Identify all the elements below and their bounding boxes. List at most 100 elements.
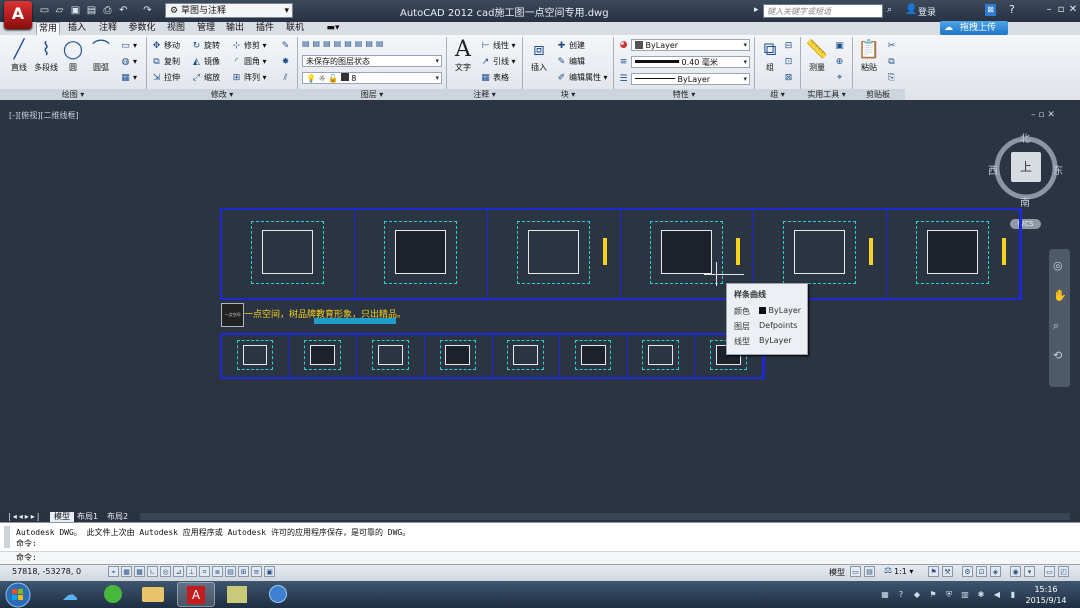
tab-layout1[interactable]: 布局1 [77,512,98,522]
panel-label-groups[interactable]: 组 ▾ [755,89,800,100]
floorplan-drawing[interactable] [887,210,1020,298]
hardware-acceleration-icon[interactable]: ◈ [990,566,1001,577]
help-search-input[interactable]: 键入关键字或短语 [763,4,883,18]
hatch-tool[interactable]: ◍ ▾ [120,56,137,68]
panel-label-annotation[interactable]: 注释 ▾ [447,89,522,100]
taskbar-clock[interactable]: 15:16 2015/9/14 [1021,584,1071,606]
layer-tools-row[interactable]: ▤▤▤▤▤▤▤▤ [302,38,386,50]
lineweight-select[interactable]: 0.40 毫米 ▾ [631,56,750,68]
tray-flag-icon[interactable]: ⚑ [928,590,938,600]
taskbar-file-explorer[interactable] [134,582,172,607]
dynamic-input-icon[interactable]: ▤ [225,566,236,577]
table-button[interactable]: ▦ 表格 [480,72,509,84]
exchange-icon[interactable]: ⊠ [985,4,996,16]
offset-tool[interactable]: ⫽ [280,72,293,84]
help-icon[interactable]: ? [1009,3,1015,16]
clean-screen-icon[interactable]: ▭ [1044,566,1055,577]
pan-icon[interactable]: ✋ [1053,289,1067,302]
current-layer-select[interactable]: 💡 ☼ 🔓 8 ▾ [302,72,442,84]
tab-insert[interactable]: 插入 [64,22,90,35]
object-snap-icon[interactable]: ⊿ [173,566,184,577]
text-button[interactable]: A 文字 [450,38,476,73]
polyline-button[interactable]: ⌇ 多段线 [33,38,59,73]
tray-bluetooth-icon[interactable]: ✱ [976,590,986,600]
new-file-icon[interactable]: ▭ [38,4,51,17]
rotate-button[interactable]: ↻ 旋转 [191,40,220,52]
arc-button[interactable]: ⌒ 圆弧 [88,38,114,73]
tab-annotate[interactable]: 注释 [95,22,121,35]
annotation-visibility-icon[interactable]: ⚑ [928,566,939,577]
tab-output[interactable]: 输出 [222,22,248,35]
panel-label-layers[interactable]: 图层 ▾ [298,89,446,100]
viewport-controls-label[interactable]: [-][俯视][二维线框] [9,110,79,121]
measure-button[interactable]: 📏 测量 [804,38,830,73]
tray-security-icon[interactable]: ◆ [912,590,922,600]
restore-icon[interactable]: ▫ [1055,4,1067,16]
erase-tool[interactable]: ✎ [280,40,293,52]
zoom-icon[interactable]: ⌕ [1053,319,1059,333]
detail-drawing[interactable] [290,335,358,377]
grid-display-icon[interactable]: ▦ [134,566,145,577]
match-properties-icon[interactable]: ◕ [618,39,631,51]
floorplan-drawing[interactable] [488,210,621,298]
workspace-switch-icon[interactable]: ⚙ [962,566,973,577]
steering-wheel-icon[interactable]: ◎ [1053,259,1063,272]
viewcube-west[interactable]: 西 [988,162,998,177]
tab-model[interactable]: 模型 [50,512,74,522]
workspace-select[interactable]: ⚙ 草图与注释 ▾ [165,3,293,18]
group-edit-tool[interactable]: ⊡ [783,56,796,68]
cut-tool[interactable]: ✂ [886,40,899,52]
fullscreen-icon[interactable]: ◰ [1058,566,1069,577]
taskbar-media-player[interactable] [259,582,297,607]
id-point-tool[interactable]: ⌖ [834,72,847,84]
line-button[interactable]: ╱ 直线 [6,38,32,73]
close-icon[interactable]: ✕ [1067,4,1079,16]
layout-nav-arrows[interactable]: |◂◂▸▸| [8,512,41,522]
coordinate-readout[interactable]: 57818, -53278, 0 [12,567,81,576]
taskbar-notes-app[interactable] [218,582,256,607]
save-icon[interactable]: ▣ [69,4,82,17]
horizontal-scrollbar[interactable] [140,513,1070,520]
panel-label-block[interactable]: 块 ▾ [523,89,613,100]
snap-mode-icon[interactable]: ▦ [121,566,132,577]
floorplan-drawing[interactable] [355,210,488,298]
viewcube-north[interactable]: 北 [1020,130,1030,145]
detail-drawing[interactable] [493,335,561,377]
detail-drawing[interactable] [222,335,290,377]
tab-home[interactable]: 常用 [36,22,60,35]
stretch-button[interactable]: ⇲ 拉伸 [151,72,180,84]
panel-label-clipboard[interactable]: 剪贴板 [853,89,903,100]
detail-drawing[interactable] [425,335,493,377]
circle-button[interactable]: ◯ 圆 [60,38,86,73]
panel-label-draw[interactable]: 绘图 ▾ [0,89,146,100]
model-space-toggle[interactable]: 模型 [829,567,845,578]
taskbar-cloud-app[interactable]: ☁ [51,582,89,607]
tab-online[interactable]: 联机 [282,22,308,35]
layer-state-select[interactable]: 未保存的图层状态 ▾ [302,55,442,67]
select-similar-tool[interactable]: ⊕ [834,56,847,68]
viewcube-east[interactable]: 东 [1053,162,1063,177]
viewcube-south[interactable]: 南 [1020,194,1030,209]
tray-help-icon[interactable]: ? [896,590,906,600]
panel-label-modify[interactable]: 修改 ▾ [147,89,297,100]
minimize-icon[interactable]: – [1043,4,1055,16]
lineweight-icon[interactable]: ⊞ [238,566,249,577]
copy-clip-tool[interactable]: ⧉ [886,56,899,68]
tab-manage[interactable]: 管理 [193,22,219,35]
tab-view[interactable]: 视图 [163,22,189,35]
quick-view-drawings-icon[interactable]: ▤ [864,566,875,577]
quick-view-layouts-icon[interactable]: ▭ [850,566,861,577]
command-input[interactable] [0,551,1080,564]
edit-attributes-button[interactable]: ✐ 编辑属性 ▾ [556,72,608,84]
group-select-tool[interactable]: ⊠ [783,72,796,84]
rectangle-tool[interactable]: ▭ ▾ [120,40,137,52]
tray-volume-icon[interactable]: ◀ [992,590,1002,600]
command-window-grip[interactable] [4,526,10,548]
slogan-text[interactable]: 一点空间，树品牌教育形象，只出精品。 [244,307,406,320]
taskbar-360-browser[interactable] [94,582,132,607]
tray-shield-icon[interactable]: ⛨ [944,590,954,600]
quick-calc-tool[interactable]: ▣ [834,40,847,52]
infer-constraints-icon[interactable]: ⌖ [108,566,119,577]
mirror-button[interactable]: ◭ 镜像 [191,56,220,68]
3d-object-snap-icon[interactable]: ⊥ [186,566,197,577]
